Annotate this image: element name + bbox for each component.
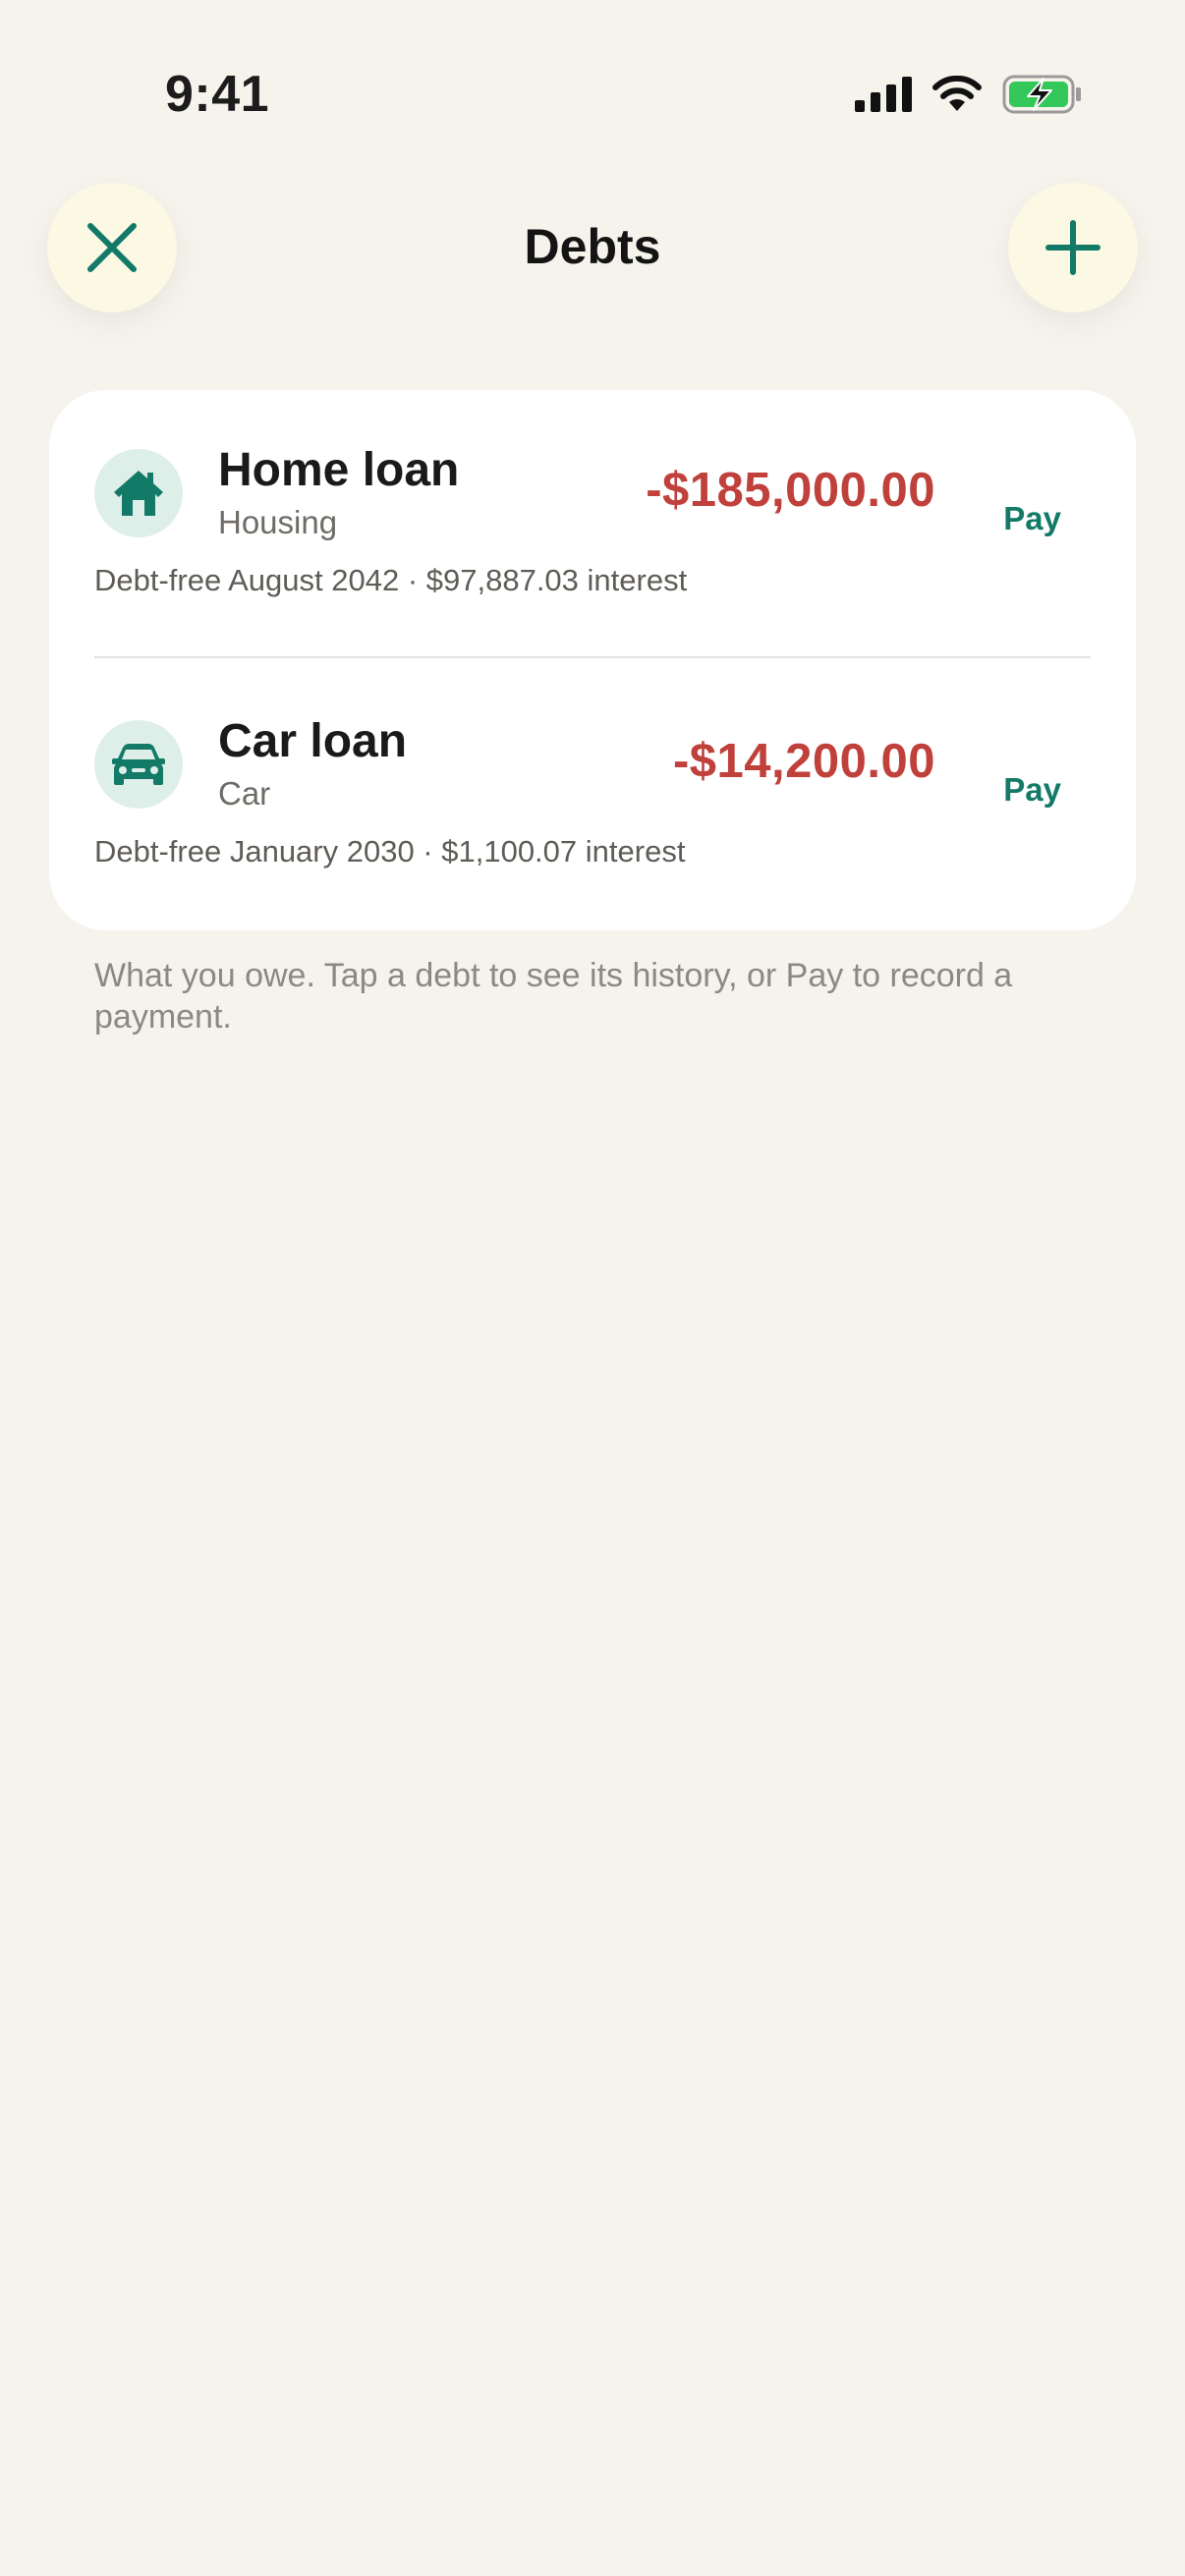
debt-row-car-loan[interactable]: Car loan Car -$14,200.00 Pay Debt-free J… xyxy=(49,715,1136,956)
debt-category: Housing xyxy=(218,504,338,540)
divider xyxy=(94,656,1091,658)
status-icons xyxy=(855,75,1083,114)
battery-charging-icon xyxy=(1002,75,1081,114)
status-time: 9:41 xyxy=(165,66,270,123)
debt-amount: -$185,000.00 xyxy=(646,464,935,517)
debt-icon-badge xyxy=(94,449,183,537)
debt-summary: Debt-free January 2030 · $1,100.07 inter… xyxy=(94,834,686,868)
debt-summary: Debt-free August 2042 · $97,887.03 inter… xyxy=(94,563,688,597)
debts-screen: 9:41 Debts Home loan Housing -$185,000.0… xyxy=(0,0,1185,2576)
debt-name: Car loan xyxy=(218,715,408,767)
footnote: What you owe. Tap a debt to see its hist… xyxy=(94,957,1013,1036)
pay-button[interactable]: Pay xyxy=(1003,500,1061,537)
cellular-signal-icon xyxy=(855,77,912,112)
plus-icon xyxy=(1045,220,1100,275)
debt-icon-badge xyxy=(94,720,183,809)
house-icon xyxy=(114,471,163,516)
debt-amount: -$14,200.00 xyxy=(672,735,935,788)
add-debt-button[interactable] xyxy=(1008,183,1138,312)
car-icon xyxy=(112,744,165,785)
debt-name: Home loan xyxy=(218,444,460,496)
pay-button[interactable]: Pay xyxy=(1003,771,1061,809)
wifi-icon xyxy=(932,76,982,111)
debt-row-home-loan[interactable]: Home loan Housing -$185,000.00 Pay Debt-… xyxy=(49,444,1136,685)
debts-card: Home loan Housing -$185,000.00 Pay Debt-… xyxy=(49,390,1136,930)
debt-category: Car xyxy=(218,775,271,812)
